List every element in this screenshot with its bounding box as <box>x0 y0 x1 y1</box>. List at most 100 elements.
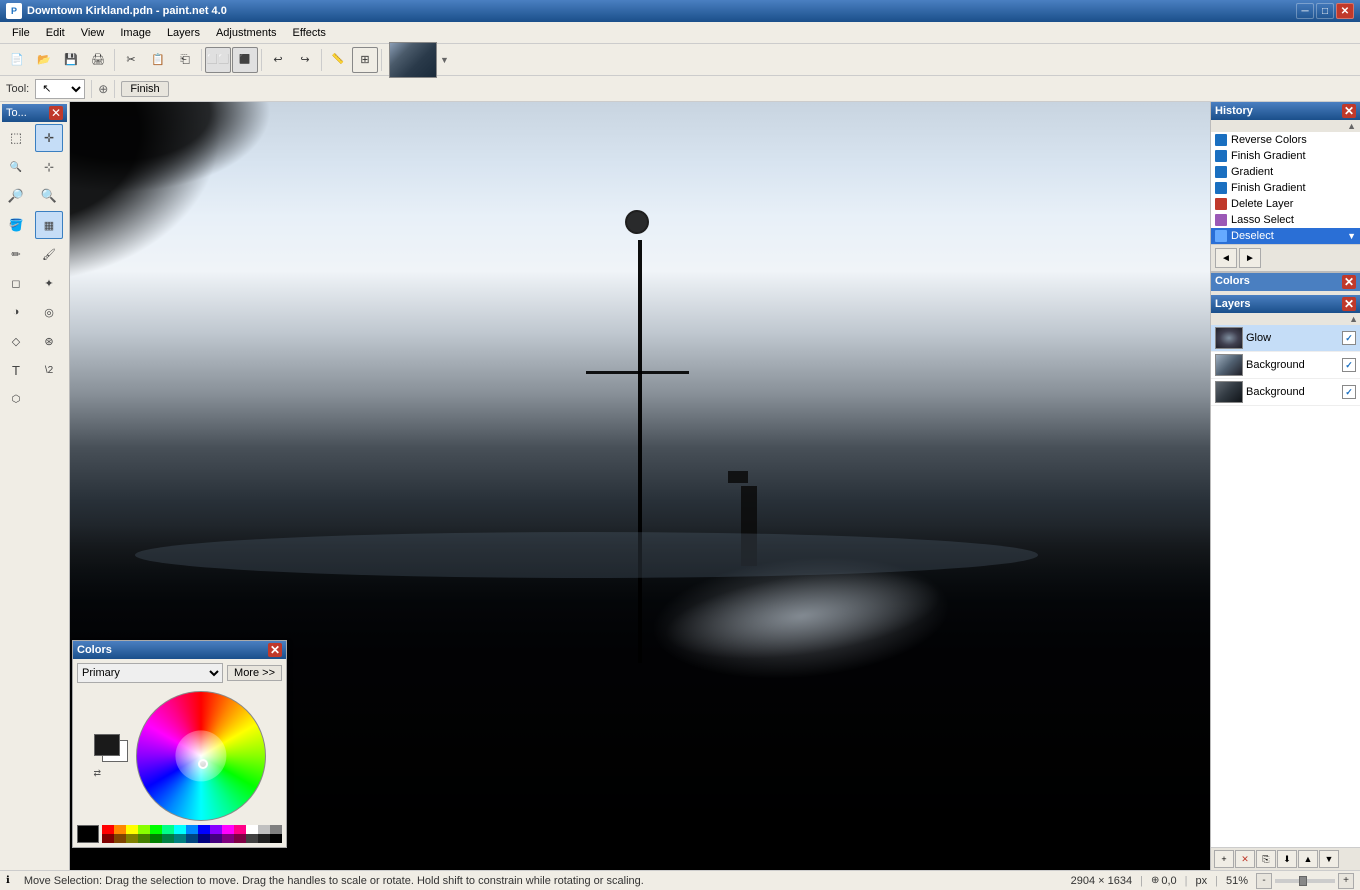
pal-dark-azure[interactable] <box>186 834 198 843</box>
menu-layers[interactable]: Layers <box>159 25 208 41</box>
pal-gray[interactable] <box>270 825 282 834</box>
pal-darker-gray[interactable] <box>258 834 270 843</box>
print-button[interactable]: 🖨 <box>85 47 111 73</box>
layer-visibility-background-2[interactable]: ✓ <box>1342 385 1356 399</box>
merge-layer-button[interactable]: ⬇ <box>1277 850 1297 868</box>
ruler-button[interactable]: 📏 <box>325 47 351 73</box>
undo-button[interactable]: ↩ <box>265 47 291 73</box>
redo-button[interactable]: ↪ <box>292 47 318 73</box>
pal-magenta[interactable] <box>222 825 234 834</box>
cut-button[interactable]: ✂ <box>118 47 144 73</box>
pal-yellow-green[interactable] <box>138 825 150 834</box>
redo-button[interactable]: ► <box>1239 248 1261 268</box>
minimize-button[interactable]: ─ <box>1296 3 1314 19</box>
deselect-button[interactable]: ⬜⬜ <box>205 47 231 73</box>
foreground-color-swatch[interactable] <box>94 734 120 756</box>
red-eye-tool[interactable]: ⊛ <box>35 327 63 355</box>
add-layer-button[interactable]: + <box>1214 850 1234 868</box>
pal-dark-green[interactable] <box>150 834 162 843</box>
layer-visibility-background-1[interactable]: ✓ <box>1342 358 1356 372</box>
pal-green[interactable] <box>150 825 162 834</box>
recolor-tool[interactable]: ◑ <box>2 298 30 326</box>
pal-rose[interactable] <box>234 825 246 834</box>
thumbnail-dropdown[interactable]: ▼ <box>440 55 449 65</box>
text-tool[interactable]: T <box>2 356 30 384</box>
paint-bucket-tool[interactable]: 🪣 <box>2 211 30 239</box>
pal-white[interactable] <box>246 825 258 834</box>
brush-tool[interactable]: 🖌 <box>35 240 63 268</box>
paste-button[interactable]: ⎗ <box>172 47 198 73</box>
copy-button[interactable]: 📋 <box>145 47 171 73</box>
lasso-tool[interactable]: 🔍 <box>2 153 30 181</box>
black-swatch[interactable] <box>77 825 99 843</box>
open-button[interactable]: 📂 <box>31 47 57 73</box>
pal-dark-red[interactable] <box>102 834 114 843</box>
pal-dark-rose[interactable] <box>234 834 246 843</box>
color-wheel-selector[interactable] <box>198 759 208 769</box>
zoom-out-button[interactable]: - <box>1256 873 1272 889</box>
pal-blue[interactable] <box>198 825 210 834</box>
pal-black[interactable] <box>270 834 282 843</box>
history-item-reverse-colors[interactable]: Reverse Colors <box>1211 132 1360 148</box>
menu-view[interactable]: View <box>73 25 113 41</box>
layer-item-background-2[interactable]: Background ✓ <box>1211 379 1360 406</box>
swap-colors-icon[interactable]: ⇄ <box>94 768 130 779</box>
pal-dark-yellow-green[interactable] <box>138 834 150 843</box>
pal-spring-green[interactable] <box>162 825 174 834</box>
menu-effects[interactable]: Effects <box>285 25 334 41</box>
history-item-gradient[interactable]: Gradient <box>1211 164 1360 180</box>
grid-button[interactable]: ⊞ <box>352 47 378 73</box>
pal-dark-gray[interactable] <box>246 834 258 843</box>
magic-wand-tool[interactable]: ⊹ <box>35 153 63 181</box>
delete-layer-button[interactable]: ✕ <box>1235 850 1255 868</box>
pal-yellow[interactable] <box>126 825 138 834</box>
history-item-finish-gradient-2[interactable]: Finish Gradient <box>1211 180 1360 196</box>
gradient-tool[interactable]: ▦ <box>35 211 63 239</box>
pal-orange[interactable] <box>114 825 126 834</box>
menu-adjustments[interactable]: Adjustments <box>208 25 285 41</box>
save-button[interactable]: 💾 <box>58 47 84 73</box>
pal-azure[interactable] <box>186 825 198 834</box>
colors-close-button[interactable]: ✕ <box>268 643 282 657</box>
select-all-button[interactable]: ⬛ <box>232 47 258 73</box>
pal-dark-orange[interactable] <box>114 834 126 843</box>
duplicate-layer-button[interactable]: ⎘ <box>1256 850 1276 868</box>
layer-item-glow[interactable]: Glow ✓ <box>1211 325 1360 352</box>
history-item-delete-layer[interactable]: Delete Layer <box>1211 196 1360 212</box>
menu-file[interactable]: File <box>4 25 38 41</box>
colors-mode-select[interactable]: Primary Secondary <box>77 663 223 683</box>
selection-rect-tool[interactable]: ⬚ <box>2 124 30 152</box>
history-scroll-up[interactable]: ▲ <box>1211 120 1360 132</box>
zoom-in-button[interactable]: + <box>1338 873 1354 889</box>
history-dropdown-arrow[interactable]: ▼ <box>1347 231 1356 241</box>
colors-right-close[interactable]: ✕ <box>1342 275 1356 289</box>
pal-purple[interactable] <box>222 834 234 843</box>
blur-tool[interactable]: ◎ <box>35 298 63 326</box>
history-item-lasso-select[interactable]: Lasso Select <box>1211 212 1360 228</box>
sharpen-tool[interactable]: ◇ <box>2 327 30 355</box>
menu-image[interactable]: Image <box>112 25 159 41</box>
zoom-tool[interactable]: 🔎 <box>2 182 30 210</box>
close-button[interactable]: ✕ <box>1336 3 1354 19</box>
pencil-tool[interactable]: ✏ <box>2 240 30 268</box>
pal-olive[interactable] <box>126 834 138 843</box>
layers-close-button[interactable]: ✕ <box>1342 297 1356 311</box>
move-layer-down-button[interactable]: ▼ <box>1319 850 1339 868</box>
undo-button[interactable]: ◄ <box>1215 248 1237 268</box>
tool-panel-close[interactable]: ✕ <box>49 106 63 120</box>
tool-select[interactable]: ↖ <box>35 79 85 99</box>
layers-scroll-up[interactable]: ▲ <box>1211 313 1360 325</box>
pal-violet[interactable] <box>210 825 222 834</box>
eraser-tool[interactable]: ◻ <box>2 269 30 297</box>
pal-dark-spring-green[interactable] <box>162 834 174 843</box>
colors-more-button[interactable]: More >> <box>227 665 282 681</box>
move-layer-up-button[interactable]: ▲ <box>1298 850 1318 868</box>
menu-edit[interactable]: Edit <box>38 25 73 41</box>
maximize-button[interactable]: □ <box>1316 3 1334 19</box>
pal-silver[interactable] <box>258 825 270 834</box>
shapes-tool[interactable]: \2 <box>35 356 63 384</box>
history-item-finish-gradient-1[interactable]: Finish Gradient <box>1211 148 1360 164</box>
finish-button[interactable]: Finish <box>121 81 168 97</box>
move-tool[interactable]: ✛ <box>35 124 63 152</box>
layer-item-background-1[interactable]: Background ✓ <box>1211 352 1360 379</box>
